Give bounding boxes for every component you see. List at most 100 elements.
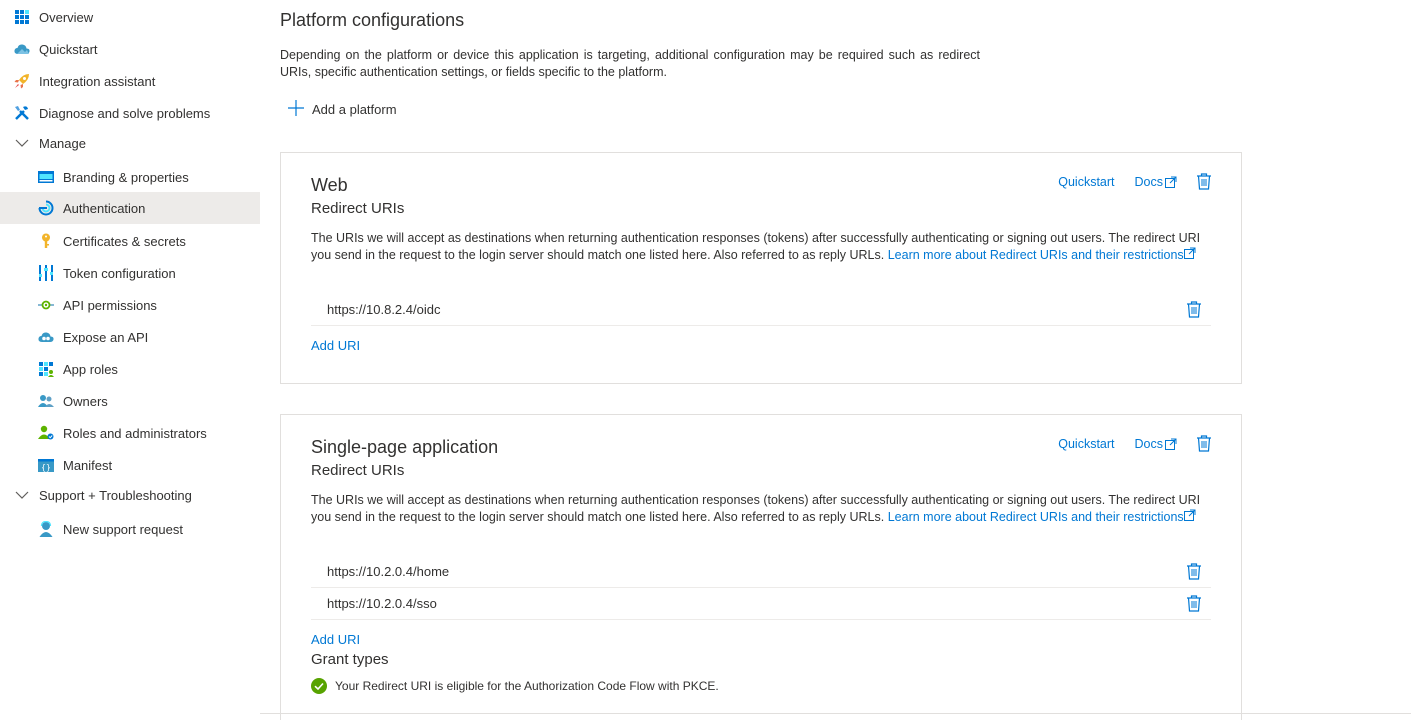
redirect-uris-heading: Redirect URIs — [311, 462, 405, 479]
grant-types-heading: Grant types — [311, 651, 389, 668]
sidebar-item-label: Diagnose and solve problems — [39, 105, 211, 121]
authentication-icon — [37, 199, 55, 217]
grant-status: Your Redirect URI is eligible for the Au… — [311, 678, 719, 694]
sidebar-item-label: Token configuration — [63, 265, 176, 281]
chevron-down-icon — [13, 134, 31, 152]
sidebar-item-diagnose[interactable]: Diagnose and solve problems — [0, 97, 260, 129]
sidebar-item-label: Owners — [63, 393, 108, 409]
quickstart-link[interactable]: Quickstart — [1058, 437, 1114, 451]
sidebar-item-integration-assistant[interactable]: Integration assistant — [0, 65, 260, 97]
add-platform-label: Add a platform — [312, 101, 397, 117]
sidebar-item-authentication[interactable]: Authentication — [0, 192, 260, 224]
chevron-down-icon — [13, 486, 31, 504]
redirect-uri-value: https://10.8.2.4/oidc — [327, 302, 441, 317]
sidebar-item-label: Certificates & secrets — [63, 233, 186, 249]
roles-admin-icon — [37, 424, 55, 442]
delete-uri-icon[interactable] — [1187, 301, 1201, 318]
delete-platform-icon[interactable] — [1197, 173, 1211, 190]
owners-people-icon — [37, 392, 55, 410]
cloud-quickstart-icon — [13, 40, 31, 58]
main-content: Platform configurations Depending on the… — [280, 0, 1411, 720]
docs-link[interactable]: Docs — [1135, 437, 1177, 451]
external-link-icon — [1165, 176, 1177, 188]
delete-platform-icon[interactable] — [1197, 435, 1211, 452]
card-title: Single-page application — [311, 437, 499, 457]
wrench-icon — [13, 104, 31, 122]
key-icon — [37, 232, 55, 250]
redirect-uris-description: The URIs we will accept as destinations … — [311, 230, 1211, 264]
delete-uri-icon[interactable] — [1187, 563, 1201, 580]
manifest-icon: {} — [37, 456, 55, 474]
redirect-uris-heading: Redirect URIs — [311, 200, 405, 217]
sidebar-item-label: Authentication — [63, 200, 146, 216]
cloud-api-icon — [37, 328, 55, 346]
delete-uri-icon[interactable] — [1187, 595, 1201, 612]
sidebar-item-app-roles[interactable]: App roles — [0, 353, 260, 385]
sidebar-item-certificates[interactable]: Certificates & secrets — [0, 225, 260, 257]
add-platform-button[interactable]: Add a platform — [288, 99, 397, 119]
sidebar-item-label: Quickstart — [39, 41, 98, 57]
card-actions: Quickstart Docs — [1038, 435, 1211, 452]
sidebar-item-owners[interactable]: Owners — [0, 385, 260, 417]
sidebar-item-label: Integration assistant — [39, 73, 156, 89]
sidebar-item-label: App roles — [63, 361, 118, 377]
sidebar-item-new-support-request[interactable]: New support request — [0, 513, 260, 545]
add-uri-link[interactable]: Add URI — [311, 632, 360, 647]
web-platform-card: Web Redirect URIs Quickstart Docs The UR… — [280, 152, 1242, 384]
plus-icon — [288, 99, 304, 119]
docs-link[interactable]: Docs — [1135, 175, 1177, 189]
redirect-uris-description: The URIs we will accept as destinations … — [311, 492, 1211, 526]
sidebar-item-label: Roles and administrators — [63, 425, 207, 441]
branding-icon — [37, 168, 55, 186]
api-permissions-icon — [37, 296, 55, 314]
sidebar-item-label: New support request — [63, 521, 183, 537]
redirect-uri-value: https://10.2.0.4/sso — [327, 596, 437, 611]
external-link-icon — [1165, 438, 1177, 450]
support-person-icon — [37, 520, 55, 538]
sidebar-item-label: Support + Troubleshooting — [39, 487, 192, 503]
sidebar-item-expose-api[interactable]: Expose an API — [0, 321, 260, 353]
quickstart-link[interactable]: Quickstart — [1058, 175, 1114, 189]
sidebar-group-manage[interactable]: Manage — [0, 127, 260, 159]
sidebar-item-branding[interactable]: Branding & properties — [0, 161, 260, 193]
card-title: Web — [311, 175, 348, 195]
learn-more-link[interactable]: Learn more about Redirect URIs and their… — [887, 509, 1196, 524]
rocket-icon — [13, 72, 31, 90]
sidebar-item-label: Manage — [39, 135, 86, 151]
sidebar-item-quickstart[interactable]: Quickstart — [0, 33, 260, 65]
token-bars-icon — [37, 264, 55, 282]
external-link-icon — [1183, 509, 1196, 521]
bottom-divider — [260, 713, 1411, 714]
learn-more-label: Learn more about Redirect URIs and their… — [887, 510, 1184, 524]
redirect-uri-row: https://10.8.2.4/oidc — [311, 294, 1211, 326]
sidebar-item-label: API permissions — [63, 297, 157, 313]
success-check-icon — [311, 678, 327, 694]
page-title: Platform configurations — [280, 10, 465, 30]
redirect-uri-value: https://10.2.0.4/home — [327, 564, 450, 579]
redirect-uri-row: https://10.2.0.4/sso — [311, 588, 1211, 620]
spa-platform-card: Single-page application Redirect URIs Qu… — [280, 414, 1242, 720]
learn-more-label: Learn more about Redirect URIs and their… — [887, 248, 1184, 262]
sidebar-item-label: Branding & properties — [63, 169, 189, 185]
sidebar-item-token-configuration[interactable]: Token configuration — [0, 257, 260, 289]
redirect-uri-row: https://10.2.0.4/home — [311, 556, 1211, 588]
sidebar: Overview Quickstart Integration assistan… — [0, 0, 260, 720]
docs-label: Docs — [1134, 436, 1163, 451]
sidebar-item-manifest[interactable]: {} Manifest — [0, 449, 260, 481]
card-actions: Quickstart Docs — [1038, 173, 1211, 190]
page-description: Depending on the platform or device this… — [280, 48, 980, 79]
add-uri-link[interactable]: Add URI — [311, 338, 360, 353]
grant-status-text: Your Redirect URI is eligible for the Au… — [335, 679, 719, 693]
app-roles-grid-icon — [37, 360, 55, 378]
external-link-icon — [1183, 247, 1196, 259]
overview-grid-icon — [13, 8, 31, 26]
docs-label: Docs — [1134, 174, 1163, 189]
sidebar-item-label: Overview — [39, 9, 94, 25]
learn-more-link[interactable]: Learn more about Redirect URIs and their… — [887, 247, 1196, 262]
svg-text:{}: {} — [41, 463, 51, 472]
sidebar-item-roles-administrators[interactable]: Roles and administrators — [0, 417, 260, 449]
sidebar-item-api-permissions[interactable]: API permissions — [0, 289, 260, 321]
sidebar-group-support[interactable]: Support + Troubleshooting — [0, 479, 260, 511]
sidebar-item-overview[interactable]: Overview — [0, 1, 260, 33]
sidebar-item-label: Expose an API — [63, 329, 149, 345]
